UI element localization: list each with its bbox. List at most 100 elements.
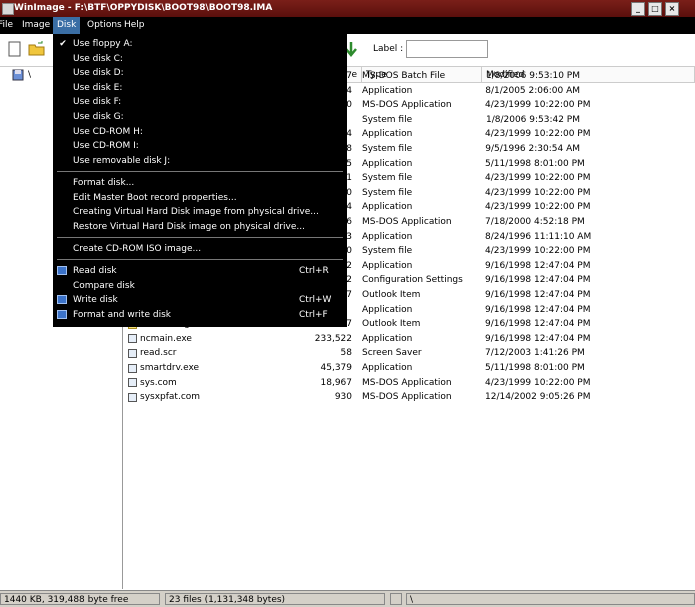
table-row[interactable]: sysxpfat.com 930 MS-DOS Application 12/14/2… (124, 390, 695, 405)
checkmark-icon: ✔ (59, 39, 67, 49)
menu-item-label: Use CD-ROM I: (73, 141, 139, 152)
file-size: 233,522 (314, 333, 352, 344)
file-type: System file (362, 173, 413, 184)
menu-item-label: Create CD-ROM ISO image... (73, 243, 202, 254)
maximize-button[interactable]: □ (648, 2, 662, 16)
menu-item-use-removable-disk-j[interactable]: Use removable disk J: (53, 154, 347, 168)
file-type: System file (362, 114, 413, 125)
menu-item-use-disk-f[interactable]: Use disk F: (53, 95, 347, 109)
menu-image[interactable]: Image (18, 17, 54, 34)
menu-item-edit-master-boot-record-properties[interactable]: Edit Master Boot record properties... (53, 191, 347, 205)
write-disk-icon (57, 295, 67, 305)
menu-item-label: Creating Virtual Hard Disk image from ph… (73, 207, 319, 218)
app-icon (2, 3, 14, 15)
tree-root[interactable]: \ (12, 69, 31, 81)
file-modified: 4/23/1999 10:22:00 PM (485, 246, 591, 257)
file-modified: 8/1/2005 2:06:00 AM (485, 85, 580, 96)
minimize-button[interactable]: _ (631, 2, 645, 16)
file-name-cell: smartdrv.exe (128, 361, 199, 375)
table-row[interactable]: smartdrv.exe 45,379 Application 5/11/1998 8… (124, 361, 695, 376)
file-type: Application (362, 129, 413, 140)
file-type: Outlook Item (362, 319, 421, 330)
file-icon (128, 348, 137, 358)
status-bar: 1440 KB, 319,488 byte free 23 files (1,1… (0, 590, 695, 607)
window-title: WinImage - F:\BTF\OPPYDISK\BOOT98\BOOT98… (14, 3, 273, 13)
menu-separator (57, 171, 343, 173)
menu-item-use-cd-rom-h[interactable]: Use CD-ROM H: (53, 125, 347, 139)
close-button[interactable]: × (665, 2, 679, 16)
file-type: Application (362, 304, 413, 315)
title-bar: WinImage - F:\BTF\OPPYDISK\BOOT98\BOOT98… (0, 0, 695, 17)
menu-help[interactable]: Help (120, 17, 149, 34)
menu-item-label: Use disk C: (73, 53, 123, 64)
label-caption: Label : (373, 44, 404, 54)
menu-item-create-cd-rom-iso-image[interactable]: Create CD-ROM ISO image... (53, 242, 347, 256)
file-modified: 9/16/1998 12:47:04 PM (485, 260, 591, 271)
menu-item-use-cd-rom-i[interactable]: Use CD-ROM I: (53, 139, 347, 153)
file-modified: 4/23/1999 10:22:00 PM (485, 173, 591, 184)
file-name-cell: read.scr (128, 346, 176, 360)
menu-item-label: Use CD-ROM H: (73, 126, 143, 137)
file-type: Screen Saver (362, 348, 422, 359)
file-modified: 9/16/1998 12:47:04 PM (485, 304, 591, 315)
menu-item-use-disk-g[interactable]: Use disk G: (53, 110, 347, 124)
file-modified: 4/23/1999 10:22:00 PM (485, 377, 591, 388)
menu-item-use-floppy-a[interactable]: ✔ Use floppy A: (53, 37, 347, 51)
file-size: 45,379 (320, 363, 353, 373)
menu-separator (57, 259, 343, 261)
menu-item-format-and-write-disk[interactable]: Format and write disk Ctrl+F (53, 308, 347, 322)
menu-item-use-disk-e[interactable]: Use disk E: (53, 81, 347, 95)
tree-root-label: \ (28, 70, 32, 80)
file-size: 18,967 (320, 377, 353, 388)
file-modified: 9/16/1998 12:47:04 PM (485, 333, 591, 344)
file-type: Outlook Item (362, 290, 421, 300)
menu-item-label: Use disk F: (73, 97, 122, 108)
open-folder-icon[interactable] (28, 40, 46, 58)
file-type: MS-DOS Application (362, 377, 452, 388)
file-type: Application (362, 333, 413, 344)
file-name-cell: ncmain.exe (128, 332, 192, 346)
file-modified: 7/12/2003 1:41:26 PM (485, 348, 585, 359)
menu-bar: File Image Disk Options Help (0, 17, 695, 34)
menu-item-format-disk[interactable]: Format disk... (53, 176, 347, 190)
menu-item-read-disk[interactable]: Read disk Ctrl+R (53, 264, 347, 278)
menu-item-use-disk-c[interactable]: Use disk C: (53, 52, 347, 66)
file-type: Application (362, 231, 413, 242)
table-row[interactable]: read.scr 58 Screen Saver 7/12/2003 1:41:26 … (124, 346, 695, 361)
file-size: 58 (340, 348, 352, 359)
exe-icon (128, 392, 137, 402)
menu-item-restore-virtual-hard-disk-image-on-physical-drive[interactable]: Restore Virtual Hard Disk image on physi… (53, 220, 347, 234)
menu-item-write-disk[interactable]: Write disk Ctrl+W (53, 293, 347, 307)
menu-item-label: Format and write disk (73, 309, 171, 320)
menu-item-compare-disk[interactable]: Compare disk (53, 279, 347, 293)
table-row[interactable]: ncmain.exe 233,522 Application 9/16/1998 12… (124, 332, 695, 347)
menu-separator (57, 237, 343, 239)
menu-file[interactable]: File (0, 17, 17, 34)
file-modified: 12/14/2002 9:05:26 PM (485, 392, 591, 403)
menu-item-creating-virtual-hard-disk-image-from-physical-drive[interactable]: Creating Virtual Hard Disk image from ph… (53, 205, 347, 219)
file-modified: 4/23/1999 10:22:00 PM (485, 129, 591, 140)
menu-item-label: Use disk E: (73, 82, 123, 93)
menu-item-label: Restore Virtual Hard Disk image on physi… (73, 221, 305, 232)
status-file-count: 23 files (1,131,348 bytes) (165, 593, 385, 605)
menu-item-shortcut: Ctrl+R (299, 265, 329, 276)
file-type: MS-DOS Application (362, 100, 452, 111)
menu-item-use-disk-d[interactable]: Use disk D: (53, 66, 347, 80)
new-file-icon[interactable] (6, 40, 24, 58)
file-modified: 1/8/2006 9:53:42 PM (485, 114, 580, 125)
status-path: \ (406, 593, 695, 605)
menu-item-label: Edit Master Boot record properties... (73, 192, 237, 203)
status-free-space: 1440 KB, 319,488 byte free (0, 593, 160, 605)
label-input[interactable] (406, 40, 488, 58)
file-type: MS-DOS Application (362, 217, 452, 227)
file-name: read.scr (140, 348, 177, 359)
file-modified: 7/18/2000 4:52:18 PM (485, 217, 585, 227)
menu-item-shortcut: Ctrl+W (299, 295, 332, 306)
file-type: MS-DOS Batch File (362, 71, 446, 81)
file-modified: 9/16/1998 12:47:04 PM (485, 319, 591, 330)
file-type: System file (362, 187, 413, 198)
format-write-icon (57, 309, 67, 319)
menu-disk[interactable]: Disk (53, 17, 81, 34)
file-modified: 5/11/1998 8:01:00 PM (485, 158, 585, 169)
table-row[interactable]: sys.com 18,967 MS-DOS Application 4/23/1999… (124, 376, 695, 391)
